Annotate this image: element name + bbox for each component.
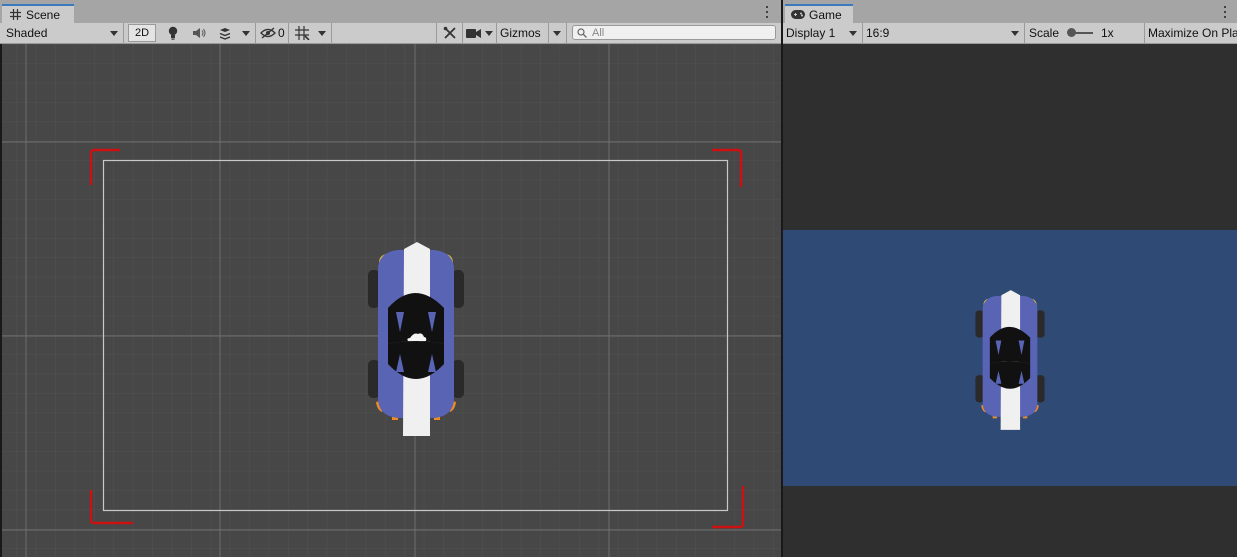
tab-scene[interactable]: Scene — [2, 4, 74, 23]
gamepad-icon — [791, 9, 805, 21]
scene-viewport[interactable] — [2, 44, 781, 557]
scene-toolbar: Shaded 2D 0 Gizmos All — [0, 23, 781, 44]
audio-toggle[interactable] — [187, 23, 211, 43]
layers-icon — [219, 27, 231, 40]
effects-dropdown[interactable] — [239, 23, 253, 43]
search-icon — [577, 27, 587, 38]
toggle-2d-button[interactable]: 2D — [128, 24, 157, 42]
kebab-menu-icon[interactable] — [1221, 5, 1229, 19]
grid-snap-icon — [294, 26, 310, 40]
scale-value: 1x — [1101, 26, 1114, 40]
chevron-down-icon — [242, 30, 250, 36]
search-field[interactable]: All — [572, 25, 776, 40]
camera-dropdown[interactable] — [464, 23, 494, 43]
scene-panel: Scene Shaded 2D 0 Gizmos All — [0, 0, 781, 557]
chevron-down-icon — [553, 30, 561, 36]
hidden-objects-toggle[interactable]: 0 — [258, 23, 286, 43]
grid-snap-toggle[interactable] — [291, 23, 313, 43]
search-placeholder: All — [592, 26, 605, 39]
tools-button[interactable] — [439, 23, 461, 43]
maximize-on-play-toggle[interactable]: Maximize On Play — [1145, 23, 1237, 43]
effects-toggle[interactable] — [213, 23, 237, 43]
lighting-toggle[interactable] — [161, 23, 185, 43]
scene-tab-bar: Scene — [0, 0, 781, 23]
game-viewport[interactable] — [783, 44, 1237, 557]
grid-icon — [8, 9, 22, 21]
game-tab-bar: Game — [783, 0, 1237, 23]
shading-mode-dropdown[interactable]: Shaded — [0, 23, 122, 43]
tab-game-label: Game — [809, 7, 842, 22]
aspect-value: 16:9 — [866, 26, 890, 40]
scale-control: Scale 1x — [1025, 23, 1145, 43]
gizmos-dropdown[interactable] — [550, 23, 564, 43]
grid-dropdown[interactable] — [315, 23, 329, 43]
scale-slider-handle[interactable] — [1067, 28, 1076, 37]
hidden-count: 0 — [278, 26, 285, 40]
tools-icon — [443, 26, 456, 39]
car-sprite[interactable] — [366, 242, 466, 436]
lightbulb-icon — [168, 26, 178, 40]
kebab-menu-icon[interactable] — [763, 5, 771, 19]
tab-game[interactable]: Game — [785, 4, 853, 23]
tab-scene-label: Scene — [26, 7, 61, 22]
gizmos-button[interactable]: Gizmos — [498, 23, 548, 43]
aspect-dropdown[interactable]: 16:9 — [863, 23, 1023, 43]
game-panel: Game Display 1 16:9 Scale 1x Maximize On… — [783, 0, 1237, 557]
chevron-down-icon — [849, 31, 857, 36]
speaker-icon — [193, 28, 206, 38]
chevron-down-icon — [110, 31, 118, 36]
shading-mode-value: Shaded — [6, 26, 48, 40]
display-dropdown[interactable]: Display 1 — [783, 23, 861, 43]
scale-label: Scale — [1029, 26, 1060, 40]
display-value: Display 1 — [786, 26, 836, 40]
camera-icon — [466, 28, 481, 38]
eye-slash-icon — [260, 27, 276, 39]
chevron-down-icon — [318, 30, 326, 36]
car-sprite-game — [975, 290, 1045, 430]
chevron-down-icon — [485, 30, 493, 36]
game-toolbar: Display 1 16:9 Scale 1x Maximize On Play — [783, 23, 1237, 44]
chevron-down-icon — [1011, 31, 1019, 36]
